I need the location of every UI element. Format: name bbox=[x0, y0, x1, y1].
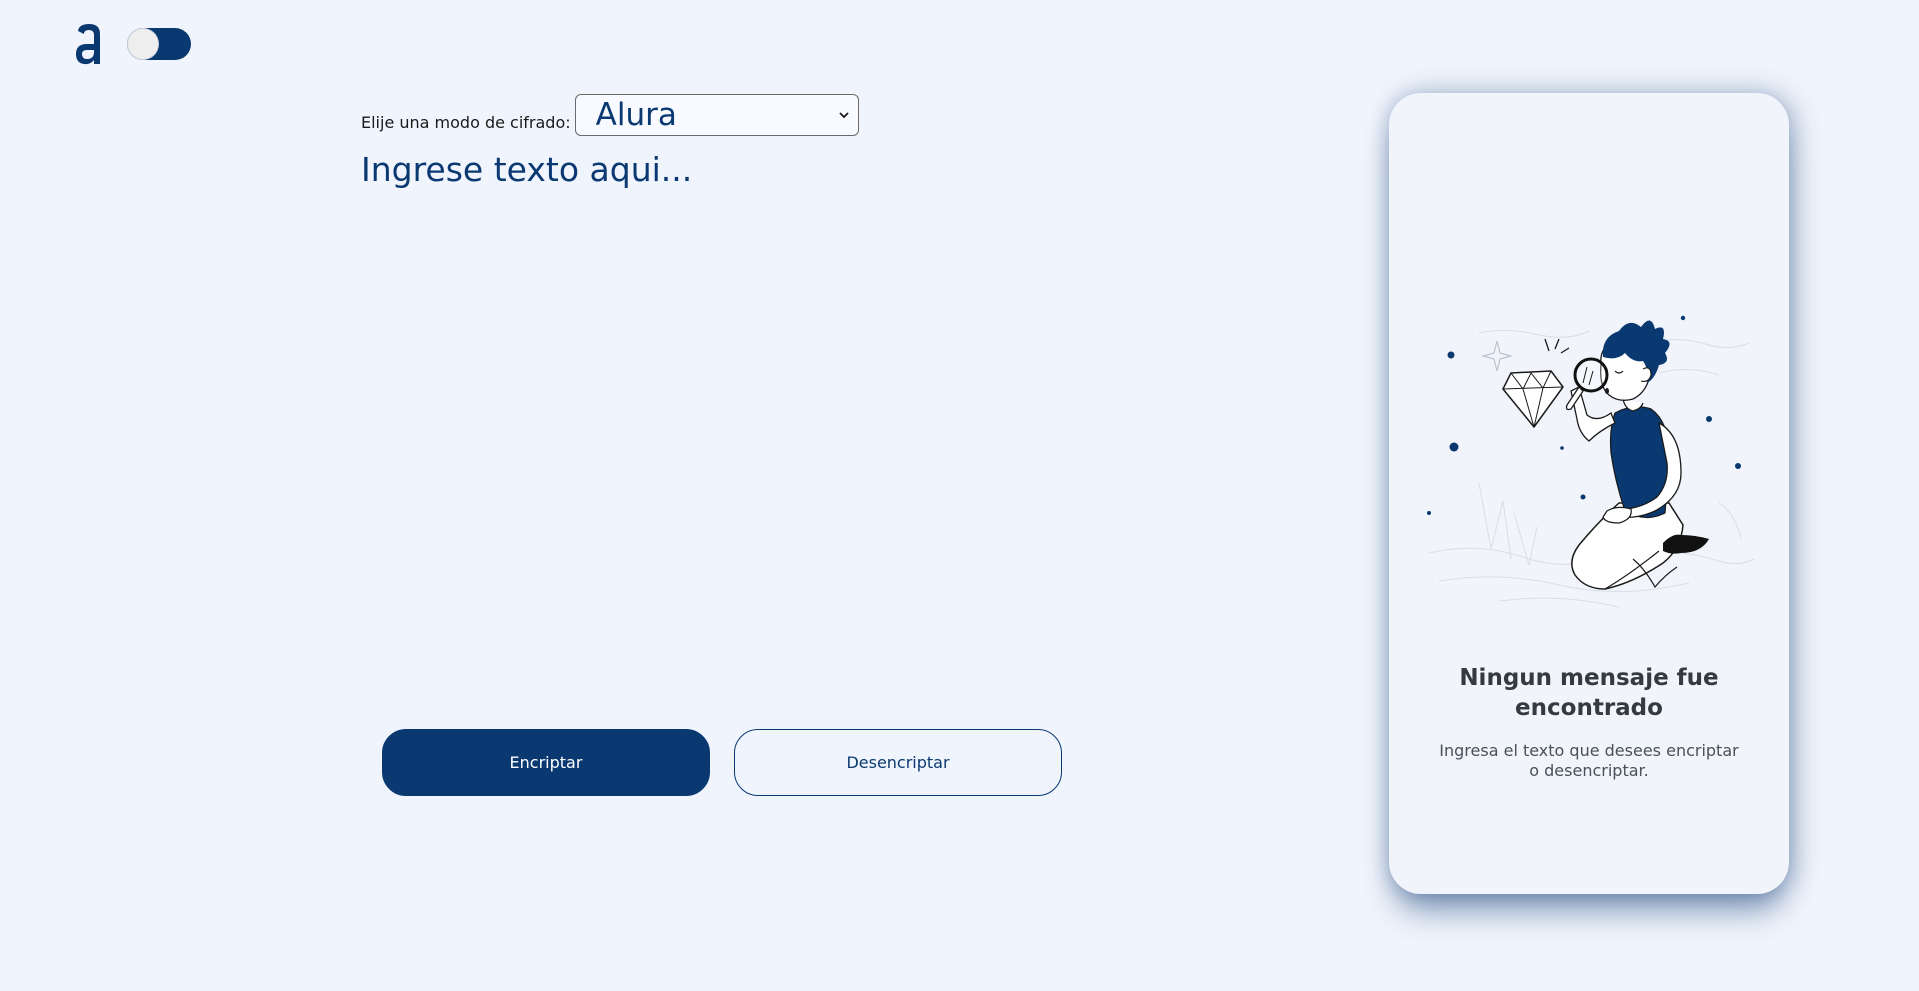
decrypt-button[interactable]: Desencriptar bbox=[734, 729, 1062, 796]
page: Elije una modo de cifrado: Alura Encript… bbox=[0, 0, 1919, 991]
toggle-knob bbox=[128, 29, 158, 59]
encrypt-button[interactable]: Encriptar bbox=[382, 729, 710, 796]
cipher-mode-value: Alura bbox=[595, 97, 677, 133]
alura-logo-icon[interactable] bbox=[73, 22, 105, 66]
message-input[interactable] bbox=[361, 150, 1301, 690]
empty-result-subtitle: Ingresa el texto que desees encriptar o … bbox=[1439, 741, 1739, 780]
theme-toggle[interactable] bbox=[127, 28, 191, 60]
cipher-mode-row: Elije una modo de cifrado: Alura bbox=[361, 94, 859, 136]
chevron-down-icon bbox=[839, 112, 849, 119]
cipher-mode-label: Elije una modo de cifrado: bbox=[361, 112, 571, 132]
person-with-magnifying-glass-illustration bbox=[1427, 315, 1755, 608]
empty-result-title: Ningun mensaje fue encontrado bbox=[1459, 665, 1719, 721]
result-panel: Ningun mensaje fue encontrado Ingresa el… bbox=[1389, 93, 1789, 894]
cipher-mode-select[interactable]: Alura bbox=[574, 94, 859, 136]
